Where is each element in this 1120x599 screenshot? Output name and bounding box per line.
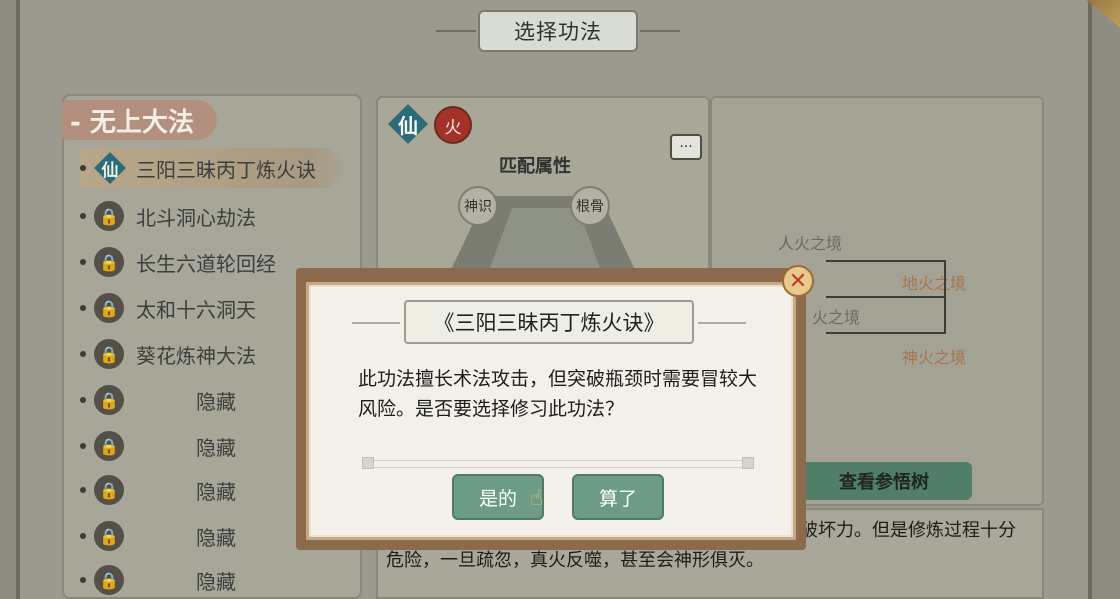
tree-node-label: 人火之境 — [778, 234, 843, 253]
tree-connector — [826, 260, 946, 262]
tree-connector — [826, 296, 946, 298]
divider-end-icon — [362, 457, 374, 469]
bullet-icon — [80, 533, 86, 539]
lock-icon: 🔒 — [94, 431, 124, 461]
bullet-icon — [80, 305, 86, 311]
tree-node-label: 火之境 — [812, 308, 861, 327]
tree-connector — [826, 332, 946, 334]
list-item-label: 隐藏 — [196, 479, 236, 504]
list-item-label: 太和十六洞天 — [136, 297, 256, 322]
lock-icon: 🔒 — [94, 293, 124, 323]
bullet-icon — [80, 487, 86, 493]
list-item-label: 隐藏 — [196, 569, 236, 594]
dialog-divider — [362, 460, 754, 468]
list-item[interactable]: 🔒 隐藏 — [80, 560, 350, 599]
pointer-cursor-icon: ☝ — [530, 486, 544, 511]
lock-icon: 🔒 — [94, 247, 124, 277]
lock-icon: 🔒 — [94, 339, 124, 369]
lock-icon: 🔒 — [94, 201, 124, 231]
bullet-icon — [80, 165, 86, 171]
lock-icon: 🔒 — [94, 521, 124, 551]
bullet-icon — [80, 443, 86, 449]
bullet-icon — [80, 351, 86, 357]
xian-icon: 仙 — [94, 152, 126, 184]
divider-end-icon — [742, 457, 754, 469]
match-attributes-title: 匹配属性 — [499, 156, 571, 177]
chat-bubble-icon[interactable]: ··· — [670, 134, 702, 160]
list-item-label: 隐藏 — [196, 389, 236, 414]
fire-element-icon: 火 — [434, 106, 472, 144]
list-item-selected[interactable]: 仙 三阳三昧丙丁炼火诀 — [80, 148, 350, 188]
view-insight-tree-button[interactable]: 查看参悟树 — [796, 462, 972, 500]
bullet-icon — [80, 397, 86, 403]
list-item-label: 北斗洞心劫法 — [136, 205, 256, 230]
list-item-label: 三阳三昧丙丁炼火诀 — [136, 157, 316, 182]
list-item-label: 隐藏 — [196, 525, 236, 550]
attribute-tag-spirit: 神识 — [458, 186, 498, 226]
dialog-title: 《三阳三昧丙丁炼火诀》 — [352, 300, 746, 344]
tree-node-label: 地火之境 — [902, 274, 967, 293]
list-item-label: 葵花炼神大法 — [136, 343, 256, 368]
bullet-icon — [80, 213, 86, 219]
tree-connector — [944, 260, 946, 334]
list-item-label: 隐藏 — [196, 435, 236, 460]
close-icon[interactable]: ✕ — [782, 265, 814, 297]
section-header-supreme[interactable]: - 无上大法 — [62, 100, 217, 140]
lock-icon: 🔒 — [94, 475, 124, 505]
list-item[interactable]: 🔒 北斗洞心劫法 — [80, 196, 350, 236]
bullet-icon — [80, 259, 86, 265]
dialog-message: 此功法擅长术法攻击，但突破瓶颈时需要冒较大风险。是否要选择修习此功法？ — [358, 368, 758, 420]
list-item-label: 长生六道轮回经 — [136, 251, 276, 276]
lock-icon: 🔒 — [94, 385, 124, 415]
bullet-icon — [80, 577, 86, 583]
tree-node-label: 神火之境 — [902, 348, 967, 367]
cancel-button[interactable]: 算了 — [572, 474, 664, 520]
lock-icon: 🔒 — [94, 565, 124, 595]
attribute-tag-bone: 根骨 — [570, 186, 610, 226]
window-title: 选择功法 — [436, 10, 680, 52]
